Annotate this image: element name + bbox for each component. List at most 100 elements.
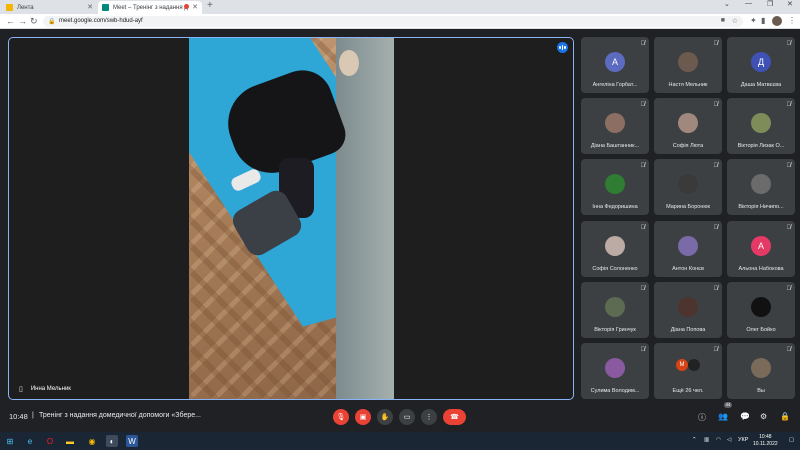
participant-tile[interactable]: 🎙̸ Вікторія Лизак О... <box>727 98 795 155</box>
mic-muted-icon: 🎙̸ <box>640 102 646 109</box>
lock-icon[interactable]: 🔒 <box>48 18 55 25</box>
present-button[interactable]: ▭ <box>399 409 415 425</box>
participant-name: Вікторія Ничипо... <box>738 204 784 211</box>
meet-taskbar-icon[interactable]: ◐ <box>106 435 118 447</box>
main-video-tile[interactable]: ▯ Инна Мельник <box>8 37 574 400</box>
word-icon[interactable]: W <box>126 435 138 447</box>
divider: | <box>32 412 34 419</box>
tab-lenta[interactable]: Лента ✕ <box>2 1 97 14</box>
participant-tile[interactable]: 🎙̸ Діана Попова <box>654 281 722 338</box>
participant-tile[interactable]: 🎙̸ М Ещё 26 чел. <box>654 343 722 399</box>
participant-tile[interactable]: 🎙̸ Софія Люта <box>654 98 722 155</box>
raise-hand-button[interactable]: ✋ <box>377 409 393 425</box>
minimize-icon[interactable]: — <box>745 0 752 7</box>
close-window-icon[interactable]: ✕ <box>787 0 793 8</box>
extensions-icon[interactable]: ✦ <box>750 16 757 25</box>
reload-icon[interactable]: ↻ <box>30 16 38 26</box>
taskbar-clock[interactable]: 10:48 10.11.2022 <box>753 434 778 447</box>
edge-icon[interactable]: e <box>24 435 36 447</box>
participant-tile[interactable]: 🎙̸ Олег Бойко <box>727 281 795 338</box>
more-options-button[interactable]: ⋮ <box>421 409 437 425</box>
people-icon[interactable]: 👥 <box>718 412 728 421</box>
participant-name: Вікторія Лизак О... <box>737 143 785 150</box>
participant-name: Вы <box>757 388 765 394</box>
close-icon[interactable]: ✕ <box>192 3 198 11</box>
participant-tile[interactable]: 🎙̸ Д Даша Матвєєва <box>727 37 795 93</box>
address-bar[interactable]: 🔒 meet.google.com/swb-hdud-ayf ■ ☆ <box>43 16 743 27</box>
activities-icon[interactable]: ⚙ <box>760 412 767 421</box>
participant-tile[interactable]: 🎙̸ Марина Боронюк <box>654 159 722 216</box>
participant-tile[interactable]: 🎙̸ А Альона Набокова <box>727 220 795 277</box>
participant-name: Вікторія Гринчук <box>594 326 636 333</box>
participant-name: Даша Матвєєва <box>740 82 782 88</box>
participant-tile[interactable]: 🎙̸ Настя Мельник <box>654 37 722 93</box>
url-text[interactable]: meet.google.com/swb-hdud-ayf <box>59 18 143 24</box>
participant-tile[interactable]: 🎙̸ Вікторія Гринчук <box>581 281 649 338</box>
participant-tile[interactable]: 🎙̸ Інна Федоришина <box>581 159 649 216</box>
avatar <box>605 174 625 195</box>
mic-muted-icon: 🎙̸ <box>713 347 719 353</box>
speaker-video <box>189 38 394 399</box>
avatar <box>688 359 700 371</box>
tab-label: Лента <box>17 4 34 11</box>
chrome-icon[interactable]: ◉ <box>86 435 98 447</box>
avatar: А <box>751 235 771 256</box>
feed-favicon-icon <box>6 4 13 11</box>
tab-meet[interactable]: Meet – Тренінг з надання д ✕ <box>98 1 202 14</box>
pin-icon[interactable]: ▯ <box>19 385 23 393</box>
tab-search-icon[interactable]: ⌄ <box>724 0 730 8</box>
close-icon[interactable]: ✕ <box>87 3 93 11</box>
participant-tile[interactable]: 🎙̸ Діана Баштанник... <box>581 98 649 155</box>
participant-tile[interactable]: 🎙̸ Вікторія Ничипо... <box>727 159 795 216</box>
participant-name: Сулима Володим... <box>590 388 640 394</box>
taskbar-date: 10.11.2022 <box>753 440 778 447</box>
side-panel-icon[interactable]: ▮ <box>761 16 765 25</box>
mic-muted-icon: 🎙̸ <box>640 285 646 292</box>
tray-arrow-icon[interactable]: ⌃ <box>692 437 697 443</box>
lock-icon[interactable]: 🔒 <box>780 412 790 421</box>
camera-off-button[interactable]: ▣ <box>355 409 371 425</box>
participant-tile[interactable]: 🎙̸ Антон Конєв <box>654 220 722 277</box>
wifi-icon[interactable]: ◠ <box>716 437 721 443</box>
mic-off-button[interactable]: 🎙 <box>333 409 349 425</box>
chat-icon[interactable]: 💬 <box>740 412 750 421</box>
mic-muted-icon: 🎙̸ <box>713 102 719 109</box>
participant-tile[interactable]: 🎙̸ Сулима Володим... <box>581 343 649 399</box>
bookmark-star-icon[interactable]: ☆ <box>732 17 738 25</box>
participant-tile[interactable]: 🎙̸ Вы <box>727 343 795 399</box>
participant-name: Настя Мельник <box>668 82 708 88</box>
avatar <box>751 174 771 195</box>
new-tab-button[interactable]: + <box>207 0 213 11</box>
notifications-icon[interactable]: ▢ <box>789 437 794 443</box>
volume-icon[interactable]: ◁ <box>727 437 731 443</box>
avatar <box>605 296 625 317</box>
avatar: М <box>676 359 688 371</box>
hang-up-icon: ☎ <box>450 414 459 421</box>
main-speaker-name: ▯ Инна Мельник <box>19 385 71 393</box>
mic-off-icon: 🎙 <box>336 414 346 421</box>
avatar[interactable] <box>772 16 782 26</box>
forward-icon[interactable]: → <box>18 16 27 26</box>
people-count-badge: 44 <box>724 402 732 408</box>
camera-in-use-icon[interactable]: ■ <box>721 17 725 24</box>
network-icon[interactable]: ▥ <box>704 437 709 443</box>
opera-icon[interactable]: O <box>44 435 56 447</box>
info-icon[interactable]: ⓘ <box>698 412 706 423</box>
mic-muted-icon: 🎙̸ <box>713 41 719 47</box>
language-indicator[interactable]: УКР <box>738 437 748 443</box>
file-explorer-icon[interactable]: ▬ <box>64 435 76 447</box>
windows-taskbar: ⊞ e O ▬ ◉ ◐ W ⌃ ▥ ◠ ◁ УКР 10:48 10.11.20… <box>0 432 800 450</box>
back-icon[interactable]: ← <box>6 16 15 26</box>
participant-tile[interactable]: 🎙̸ Софія Солоненко <box>581 220 649 277</box>
menu-icon[interactable]: ⋮ <box>788 16 796 25</box>
restore-icon[interactable]: ❐ <box>767 0 773 8</box>
avatar <box>678 52 698 72</box>
speaker-name-label: Инна Мельник <box>30 386 71 392</box>
windows-start-icon[interactable]: ⊞ <box>4 435 16 447</box>
avatar: Д <box>751 52 771 72</box>
hang-up-button[interactable]: ☎ <box>443 409 466 425</box>
participant-name: Альона Набокова <box>738 265 784 272</box>
meet-favicon-icon <box>102 4 109 11</box>
participant-tile[interactable]: 🎙̸ А Ангеліна Горбат... <box>581 37 649 93</box>
participant-name: Діана Баштанник... <box>590 143 640 150</box>
